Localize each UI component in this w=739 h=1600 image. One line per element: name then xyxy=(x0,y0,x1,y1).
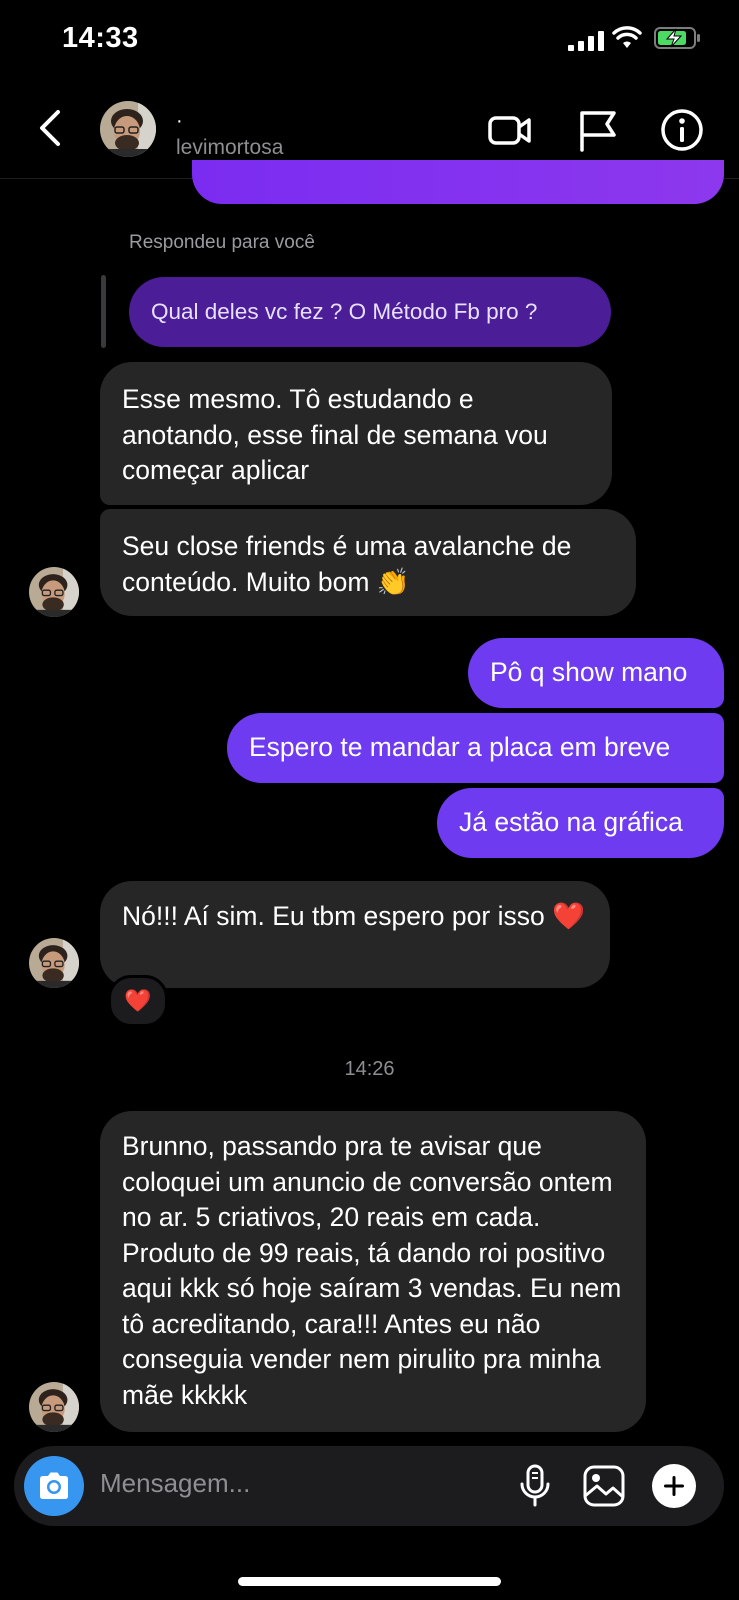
gallery-icon[interactable] xyxy=(582,1464,626,1508)
battery-charging-icon xyxy=(654,27,700,49)
sender-avatar[interactable] xyxy=(29,1382,79,1432)
add-button[interactable] xyxy=(652,1464,696,1508)
status-time: 14:33 xyxy=(62,22,139,54)
username[interactable]: levimortosa xyxy=(176,136,283,160)
cellular-signal-icon xyxy=(568,31,604,51)
avatar-photo-icon xyxy=(100,101,156,157)
info-icon[interactable] xyxy=(660,108,704,152)
wifi-icon xyxy=(612,26,642,48)
flag-icon[interactable] xyxy=(576,108,620,152)
message-bubble-incoming[interactable]: Esse mesmo. Tô estudando e anotando, ess… xyxy=(100,362,612,505)
reply-bar xyxy=(101,275,106,348)
quoted-message[interactable]: Qual deles vc fez ? O Método Fb pro ? xyxy=(129,277,611,347)
message-bubble-outgoing[interactable]: Já estão na gráfica xyxy=(437,788,724,858)
message-timestamp: 14:26 xyxy=(344,1058,395,1080)
message-input[interactable]: Mensagem... xyxy=(100,1468,250,1499)
message-bubble-outgoing[interactable]: Pô q show mano xyxy=(468,638,724,708)
reply-note: Respondeu para você xyxy=(129,232,315,253)
camera-icon xyxy=(40,1472,68,1499)
video-call-icon[interactable] xyxy=(488,108,532,152)
avatar[interactable] xyxy=(100,101,156,157)
message-bubble-incoming[interactable]: Seu close friends é uma avalanche de con… xyxy=(100,509,636,616)
message-bubble-outgoing-partial[interactable] xyxy=(192,160,724,204)
camera-button[interactable] xyxy=(24,1456,84,1516)
back-icon[interactable] xyxy=(34,108,64,148)
home-indicator[interactable] xyxy=(238,1577,501,1586)
sender-avatar[interactable] xyxy=(29,938,79,988)
avatar-photo-icon xyxy=(29,567,79,617)
heart-reaction[interactable]: ❤️ xyxy=(108,975,168,1027)
avatar-photo-icon xyxy=(29,1382,79,1432)
sender-avatar[interactable] xyxy=(29,567,79,617)
message-bubble-outgoing[interactable]: Espero te mandar a placa em breve xyxy=(227,713,724,783)
message-bubble-incoming[interactable]: Brunno, passando pra te avisar que coloq… xyxy=(100,1111,646,1432)
display-name[interactable]: · xyxy=(176,110,183,133)
avatar-photo-icon xyxy=(29,938,79,988)
microphone-icon[interactable] xyxy=(515,1464,555,1508)
plus-icon xyxy=(664,1476,684,1496)
message-bubble-incoming[interactable]: Nó!!! Aí sim. Eu tbm espero por isso ❤️ xyxy=(100,881,610,988)
